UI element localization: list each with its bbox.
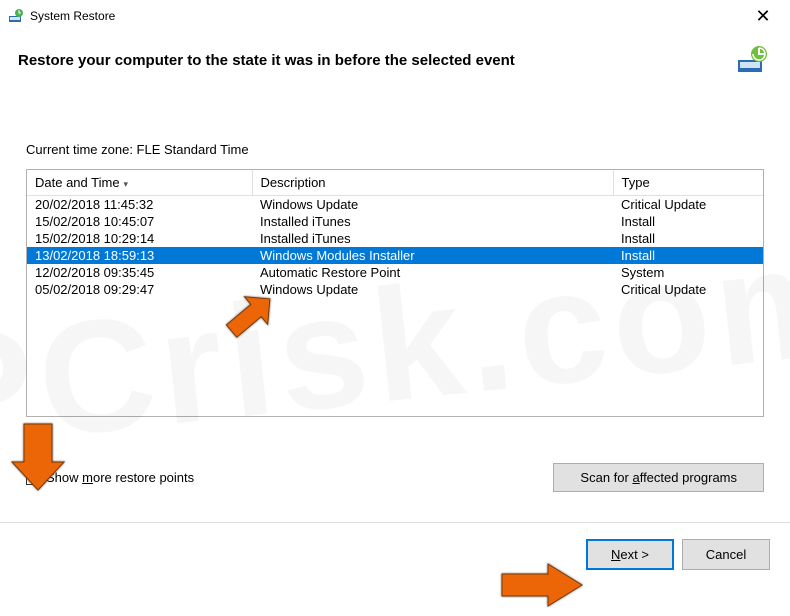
cell-description: Installed iTunes xyxy=(252,230,613,247)
cell-type: Critical Update xyxy=(613,281,763,298)
timezone-label: Current time zone: FLE Standard Time xyxy=(26,142,764,157)
sort-desc-icon: ▾ xyxy=(124,179,129,189)
table-header-row: Date and Time ▾ Description Type xyxy=(27,170,763,196)
table-row[interactable]: 12/02/2018 09:35:45Automatic Restore Poi… xyxy=(27,264,763,281)
cell-type: Install xyxy=(613,247,763,264)
cell-datetime: 13/02/2018 18:59:13 xyxy=(27,247,252,264)
cell-datetime: 15/02/2018 10:29:14 xyxy=(27,230,252,247)
cell-type: Install xyxy=(613,230,763,247)
scan-affected-button[interactable]: Scan for affected programs xyxy=(553,463,764,492)
annotation-arrow-checkbox xyxy=(8,416,68,496)
header: Restore your computer to the state it wa… xyxy=(0,32,790,82)
cell-datetime: 12/02/2018 09:35:45 xyxy=(27,264,252,281)
cell-datetime: 15/02/2018 10:45:07 xyxy=(27,213,252,230)
table-row[interactable]: 15/02/2018 10:29:14Installed iTunesInsta… xyxy=(27,230,763,247)
table-row[interactable]: 15/02/2018 10:45:07Installed iTunesInsta… xyxy=(27,213,763,230)
cancel-button[interactable]: Cancel xyxy=(682,539,770,570)
cell-description: Windows Update xyxy=(252,196,613,214)
checkbox-label: Show more restore points xyxy=(46,470,194,485)
table-row[interactable]: 13/02/2018 18:59:13Windows Modules Insta… xyxy=(27,247,763,264)
annotation-arrow-next xyxy=(496,562,586,608)
options-row: Show more restore points Scan for affect… xyxy=(0,459,790,492)
restore-large-icon xyxy=(736,44,768,76)
heading: Restore your computer to the state it wa… xyxy=(18,52,515,69)
cell-type: Critical Update xyxy=(613,196,763,214)
cell-description: Windows Modules Installer xyxy=(252,247,613,264)
titlebar: System Restore ✕ xyxy=(0,0,790,32)
cell-description: Automatic Restore Point xyxy=(252,264,613,281)
col-description-label: Description xyxy=(261,175,326,190)
annotation-arrow-row xyxy=(211,290,281,360)
window-title: System Restore xyxy=(30,9,115,23)
next-button[interactable]: Next > xyxy=(586,539,674,570)
content-area: Current time zone: FLE Standard Time Dat… xyxy=(0,82,790,417)
col-type[interactable]: Type xyxy=(613,170,763,196)
footer: Next > Cancel xyxy=(0,523,790,586)
cell-type: System xyxy=(613,264,763,281)
cell-description: Installed iTunes xyxy=(252,213,613,230)
table-row[interactable]: 20/02/2018 11:45:32Windows UpdateCritica… xyxy=(27,196,763,214)
col-description[interactable]: Description xyxy=(252,170,613,196)
col-type-label: Type xyxy=(622,175,650,190)
cell-type: Install xyxy=(613,213,763,230)
col-datetime[interactable]: Date and Time ▾ xyxy=(27,170,252,196)
cell-description: Windows Update xyxy=(252,281,613,298)
restore-points-table: Date and Time ▾ Description Type 20/02/20… xyxy=(26,169,764,417)
restore-icon xyxy=(8,8,24,24)
table-row[interactable]: 05/02/2018 09:29:47Windows UpdateCritica… xyxy=(27,281,763,298)
cell-datetime: 20/02/2018 11:45:32 xyxy=(27,196,252,214)
close-button[interactable]: ✕ xyxy=(748,6,778,27)
col-datetime-label: Date and Time xyxy=(35,175,120,190)
